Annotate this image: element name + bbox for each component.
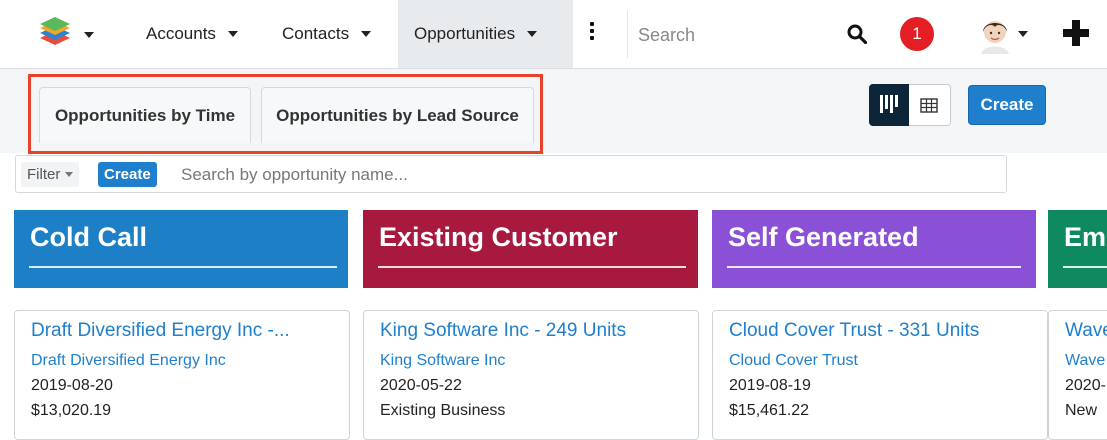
quick-create-plus-icon[interactable] [1063, 20, 1089, 46]
divider [29, 266, 337, 268]
nav-item-contacts[interactable]: Contacts [272, 0, 402, 68]
table-grid-icon [920, 98, 938, 113]
app-logo-menu[interactable] [38, 16, 100, 52]
chevron-down-icon[interactable] [1018, 31, 1028, 37]
list-view-button[interactable] [909, 84, 951, 126]
opportunity-card[interactable]: Cloud Cover Trust - 331 Units Cloud Cove… [712, 310, 1048, 440]
column-header-cold-call: Cold Call [14, 210, 348, 288]
opportunity-name-link[interactable]: Draft Diversified Energy Inc -... [31, 320, 290, 342]
more-menu-icon[interactable] [588, 22, 596, 44]
card-detail: $13,020.19 [31, 402, 112, 419]
top-nav: Accounts Contacts Opportunities 1 [0, 0, 1107, 69]
opportunity-card[interactable]: Wave Wave 2020- New [1048, 310, 1107, 440]
card-detail: $15,461.22 [729, 402, 810, 419]
column-title: Em [1064, 222, 1107, 252]
account-name-link[interactable]: King Software Inc [380, 352, 505, 370]
close-date: 2020- [1065, 377, 1106, 394]
nav-item-accounts[interactable]: Accounts [136, 0, 266, 68]
opportunity-name-link[interactable]: Cloud Cover Trust - 331 Units [729, 320, 979, 342]
chevron-down-icon [65, 172, 74, 177]
nav-item-opportunities[interactable]: Opportunities [398, 0, 573, 68]
divider [1063, 266, 1107, 268]
column-title: Cold Call [30, 222, 148, 252]
tile-view-button[interactable] [869, 84, 909, 126]
filter-dropdown[interactable]: Filter [21, 162, 80, 187]
opportunity-search-input[interactable] [179, 164, 983, 186]
view-toggle [869, 84, 953, 126]
notification-badge[interactable]: 1 [900, 17, 934, 51]
nav-item-label: Accounts [146, 24, 216, 43]
close-date: 2020-05-22 [380, 377, 462, 394]
divider [627, 10, 628, 58]
opportunity-name-link[interactable]: Wave [1065, 320, 1107, 342]
opportunity-name-link[interactable]: King Software Inc - 249 Units [380, 320, 626, 342]
filter-label: Filter [27, 166, 61, 183]
nav-item-label: Contacts [282, 24, 350, 43]
chevron-down-icon [361, 31, 372, 37]
search-icon[interactable] [847, 24, 867, 44]
card-detail: New [1065, 402, 1098, 419]
columns-icon [880, 95, 898, 113]
chevron-down-icon [227, 31, 238, 37]
account-name-link[interactable]: Draft Diversified Energy Inc [31, 352, 226, 370]
filter-bar: Filter Create [15, 155, 1007, 193]
opportunity-card[interactable]: King Software Inc - 249 Units King Softw… [363, 310, 699, 440]
global-search-input[interactable] [636, 24, 820, 47]
card-detail: Existing Business [380, 402, 506, 419]
close-date: 2019-08-20 [31, 377, 113, 394]
user-avatar[interactable] [975, 14, 1015, 54]
close-date: 2019-08-19 [729, 377, 811, 394]
nav-item-label: Opportunities [414, 24, 516, 43]
column-title: Existing Customer [379, 222, 618, 252]
column-header-em: Em [1048, 210, 1107, 288]
create-filter-button[interactable]: Create [98, 162, 157, 187]
stacked-layers-logo-icon [40, 17, 94, 45]
divider [378, 266, 686, 268]
create-button[interactable]: Create [968, 85, 1046, 125]
opportunity-card[interactable]: Draft Diversified Energy Inc -... Draft … [14, 310, 350, 440]
divider [727, 266, 1021, 268]
account-name-link[interactable]: Wave [1065, 352, 1105, 370]
column-header-existing-customer: Existing Customer [363, 210, 698, 288]
account-name-link[interactable]: Cloud Cover Trust [729, 352, 858, 370]
highlight-annotation-box [28, 74, 543, 154]
column-header-self-generated: Self Generated [712, 210, 1036, 288]
column-title: Self Generated [728, 222, 919, 252]
chevron-down-icon [527, 31, 538, 37]
